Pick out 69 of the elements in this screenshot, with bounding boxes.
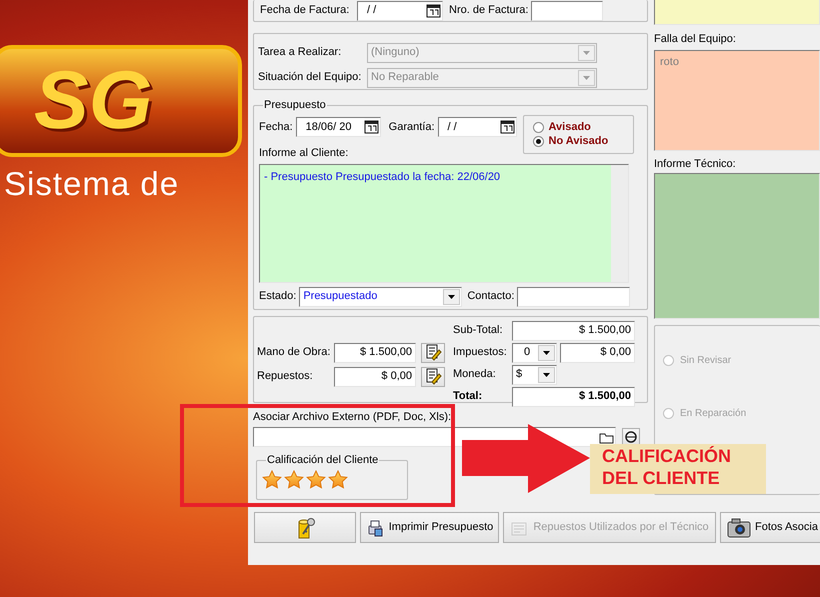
key-button[interactable] — [254, 512, 356, 543]
report-text: - Presupuesto Presupuestado la fecha: 22/06/20 — [264, 170, 502, 184]
radio-label: En Reparación — [680, 406, 746, 420]
field-label: Nro. de Factura: — [449, 3, 528, 18]
input-field[interactable]: $ 1.500,00 — [512, 386, 635, 406]
group-title: Calificación del Cliente — [266, 454, 380, 466]
toolbar-button[interactable]: Fotos Asocia — [720, 512, 820, 543]
field-label: Total: — [453, 389, 484, 404]
tagline: Sistema de — [3, 167, 180, 200]
field-label: Asociar Archivo Externo (PDF, Doc, Xls): — [253, 410, 452, 425]
input-field[interactable]: $ 0,00 — [334, 366, 416, 386]
radio-label: Avisado — [548, 120, 591, 135]
date-field[interactable]: / / — [357, 0, 443, 20]
printer-icon — [366, 518, 384, 536]
document-icon — [424, 368, 442, 385]
caret-icon — [542, 350, 551, 356]
star-icon — [328, 470, 348, 488]
attach-button[interactable] — [622, 428, 640, 446]
field-label: Situación del Equipo: — [258, 70, 362, 86]
date-field[interactable]: 18/06/ 20 — [296, 117, 381, 137]
input-field[interactable]: $ 1.500,00 — [512, 320, 635, 340]
date-field[interactable]: / / — [438, 117, 516, 137]
input-field[interactable]: $ 1.500,00 — [334, 342, 416, 362]
star-icon — [284, 470, 304, 488]
radio-label: Sin Revisar — [680, 354, 732, 368]
fault-text: roto — [660, 56, 679, 68]
field-label: Informe al Cliente: — [259, 146, 350, 161]
input-field[interactable] — [531, 0, 604, 20]
scrollbar[interactable] — [611, 164, 628, 282]
field-label: Informe Técnico: — [654, 156, 737, 172]
logo-text: SG — [34, 60, 152, 142]
star-icon — [306, 470, 326, 488]
field-label: Repuestos: — [257, 369, 314, 384]
field-label: Tarea a Realizar: — [258, 45, 342, 60]
edit-button[interactable] — [421, 342, 445, 362]
caret-icon — [582, 74, 591, 80]
field-label: Mano de Obra: — [257, 345, 331, 360]
dropdown[interactable]: Presupuestado — [299, 286, 462, 306]
field-label: Contacto: — [467, 289, 514, 304]
input-field[interactable] — [517, 286, 630, 306]
dropdown[interactable]: 0 — [512, 342, 557, 362]
caret-icon — [542, 372, 551, 378]
field-label: Impuestos: — [453, 345, 508, 360]
group-title: Presupuesto — [263, 100, 327, 111]
calendar-icon — [500, 120, 514, 134]
field-label: Fecha de Factura: — [260, 3, 350, 18]
field-label: Garantía: — [388, 120, 434, 135]
camera-icon — [726, 516, 752, 539]
link-icon — [624, 430, 638, 444]
field-label: Moneda: — [453, 367, 497, 382]
calendar-icon — [364, 120, 379, 134]
toolbar-button[interactable]: Imprimir Presupuesto — [360, 512, 499, 543]
field-label: Fecha: — [259, 120, 293, 135]
dropdown[interactable]: $ — [512, 364, 557, 384]
radio-label: No Avisado — [548, 134, 608, 149]
radio-button[interactable] — [532, 122, 544, 132]
edit-button[interactable] — [421, 366, 445, 386]
input-field[interactable]: $ 0,00 — [560, 342, 635, 362]
caret-icon — [447, 294, 456, 300]
star-icon — [262, 470, 282, 488]
report-text-area[interactable]: - Presupuesto Presupuestado la fecha: 22/06/20 — [259, 164, 629, 282]
calendar-icon — [426, 4, 441, 18]
field-label: Sub-Total: — [453, 323, 504, 338]
callout-label: CALIFICACIÓN DEL CLIENTE — [590, 444, 766, 494]
field-label: Falla del Equipo: — [654, 32, 737, 47]
caret-icon — [582, 50, 591, 56]
field-label: Estado: — [259, 289, 296, 304]
radio-button[interactable] — [532, 136, 544, 146]
document-icon — [424, 344, 442, 361]
